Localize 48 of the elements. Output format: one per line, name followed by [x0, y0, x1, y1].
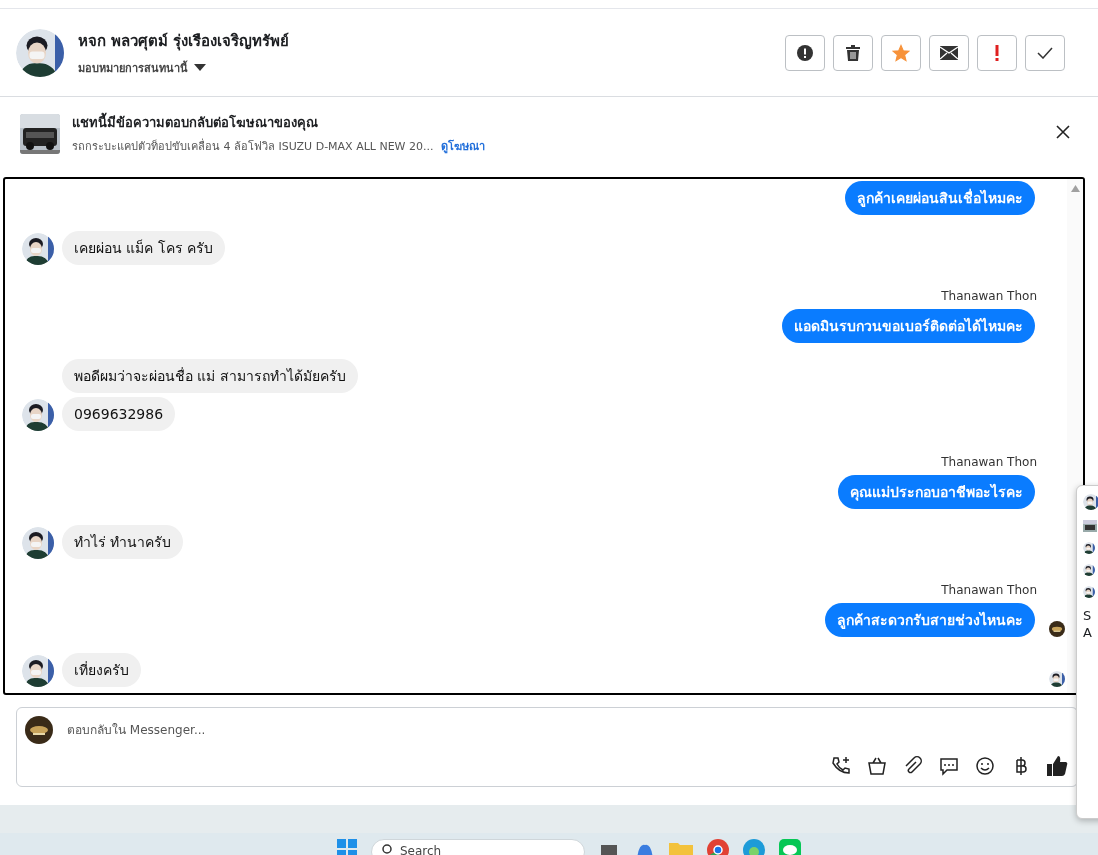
alert-icon	[797, 44, 813, 61]
contact-name: หจก พลวศุตม์ รุ่งเรืองเจริญทรัพย์	[78, 30, 291, 53]
close-icon	[1056, 125, 1070, 139]
check-icon	[1037, 46, 1053, 59]
sender-avatar	[22, 399, 54, 431]
taskbar-search-field[interactable]: Search	[371, 839, 585, 855]
ad-title: แชทนี้มีข้อความตอบกลับต่อโฆษณาของคุณ	[72, 112, 1040, 133]
chat-avatar	[1083, 542, 1095, 554]
message-bubble: เที่ยงครับ	[62, 653, 141, 687]
sender-avatar	[22, 233, 54, 265]
star-button[interactable]	[881, 34, 921, 71]
sender-name: Thanawan Thon	[940, 455, 1037, 469]
message-bubble: ทำไร่ ทำนาครับ	[62, 525, 184, 559]
done-button[interactable]	[1025, 34, 1065, 71]
trash-icon	[846, 44, 860, 61]
profile-avatar	[16, 28, 64, 77]
trash-button[interactable]	[833, 34, 873, 71]
chat-avatar	[1083, 586, 1095, 598]
message-bubble: คุณแม่ประกอบอาชีพอะไรคะ	[838, 475, 1035, 509]
exclamation-icon	[995, 44, 999, 61]
popup-text: A	[1083, 625, 1093, 640]
mail-icon	[940, 45, 958, 60]
message-bubble: ลูกค้าสะดวกรับสายช่วงไหนคะ	[825, 603, 1035, 637]
sender-avatar	[22, 655, 54, 687]
search-icon	[382, 844, 394, 855]
ad-description: รถกระบะแคปตัวท็อปขับเคลื่อน 4 ล้อโฟวิล ISUZU D-MAX ALL NEW 20...	[72, 137, 434, 155]
message-bubble: พอดีผมว่าจะผ่อนชื่อ แม่ สามารถทำได้มัยครับ	[62, 359, 358, 393]
mail-button[interactable]	[929, 34, 969, 71]
seen-avatar	[1049, 671, 1065, 687]
alert-button[interactable]	[785, 34, 825, 71]
sender-avatar	[22, 527, 54, 559]
emoji-icon[interactable]	[973, 754, 997, 778]
thumbs-up-icon[interactable]	[1045, 754, 1069, 778]
message-bubble: เคยผ่อน แม็ค โคร ครับ	[62, 231, 226, 265]
sender-name: Thanawan Thon	[940, 583, 1037, 597]
chat-avatar	[1083, 564, 1095, 576]
sender-name: Thanawan Thon	[940, 289, 1037, 303]
message-bubble: ลูกค้าเคยผ่อนสินเชื่อไหมคะ	[845, 181, 1035, 215]
view-ad-link[interactable]: ดูโฆษณา	[441, 137, 486, 155]
assign-dropdown[interactable]: มอบหมายการสนทนานี้	[78, 58, 771, 77]
popup-text: S	[1083, 608, 1093, 623]
page-logo-icon	[1049, 621, 1065, 637]
page-logo-icon	[25, 716, 53, 744]
caret-icon	[194, 64, 206, 71]
message-bubble: 0969632986	[62, 397, 176, 431]
message-bubble: แอดมินรบกวนขอเบอร์ติดต่อได้ไหมคะ	[782, 309, 1035, 343]
windows-start-icon[interactable]	[337, 839, 357, 855]
chrome-icon[interactable]	[707, 839, 729, 855]
